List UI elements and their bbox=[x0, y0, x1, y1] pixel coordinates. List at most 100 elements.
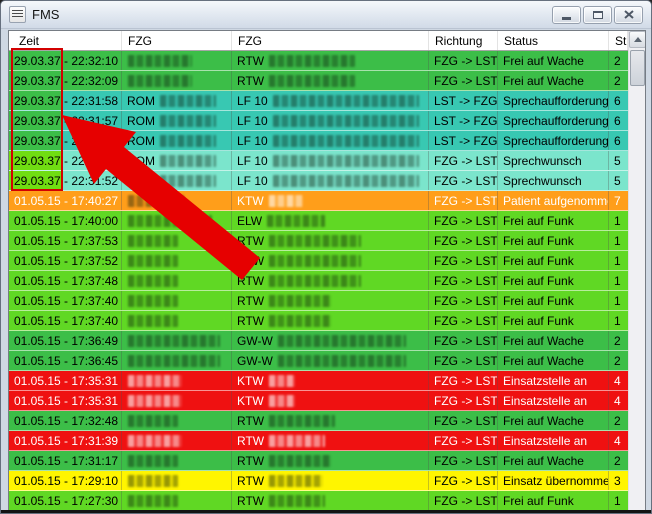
cell-fzg-name: RTW bbox=[232, 231, 429, 250]
table-row[interactable]: 01.05.15 - 17:31:17RTWFZG -> LSTFrei auf… bbox=[9, 451, 645, 471]
column-header-fzg[interactable]: FZG bbox=[232, 31, 429, 50]
table-row[interactable]: 01.05.15 - 17:37:53RTWFZG -> LSTFrei auf… bbox=[9, 231, 645, 251]
cell-zeit: 29.03.37 - 22:31:57 bbox=[9, 111, 122, 130]
redacted-text-block bbox=[128, 195, 184, 207]
column-header-fzg[interactable]: FZG bbox=[122, 31, 232, 50]
table-row[interactable]: 29.03.37 - 22:31:58ROMLF 10LST -> FZGSpr… bbox=[9, 91, 645, 111]
redacted-text-block bbox=[160, 135, 216, 147]
column-header-status[interactable]: Status bbox=[498, 31, 609, 50]
table-row[interactable]: 01.05.15 - 17:32:48RTWFZG -> LSTFrei auf… bbox=[9, 411, 645, 431]
vehicle-type-label: RTW bbox=[237, 254, 264, 268]
column-header-st[interactable]: St bbox=[609, 31, 628, 50]
cell-fzg-name: RTW bbox=[232, 411, 429, 430]
cell-fzg-callsign bbox=[122, 351, 232, 370]
table-row[interactable]: 01.05.15 - 17:36:45GW-WFZG -> LSTFrei au… bbox=[9, 351, 645, 371]
column-header-zeit[interactable]: Zeit bbox=[9, 31, 122, 50]
zeit-text: 01.05.15 - 17:36:45 bbox=[14, 354, 118, 368]
cell-st: 1 bbox=[609, 231, 628, 250]
cell-status: Sprechaufforderung bbox=[498, 131, 609, 150]
cell-status: Frei auf Funk bbox=[498, 491, 609, 510]
redacted-text-block bbox=[128, 275, 178, 287]
minimize-button[interactable] bbox=[552, 6, 581, 24]
vehicle-type-label: RTW bbox=[237, 274, 264, 288]
table-row[interactable]: 01.05.15 - 17:31:39RTWFZG -> LSTEinsatzs… bbox=[9, 431, 645, 451]
table-row[interactable]: 01.05.15 - 17:37:48RTWFZG -> LSTFrei auf… bbox=[9, 271, 645, 291]
table-row[interactable]: 01.05.15 - 17:35:31KTWFZG -> LSTEinsatzs… bbox=[9, 371, 645, 391]
table-row[interactable]: 01.05.15 - 17:29:10RTWFZG -> LSTEinsatz … bbox=[9, 471, 645, 491]
cell-fzg-callsign bbox=[122, 211, 232, 230]
maximize-button[interactable] bbox=[583, 6, 612, 24]
redacted-text-block bbox=[269, 415, 335, 427]
table-body: 29.03.37 - 22:32:10RTWFZG -> LSTFrei auf… bbox=[9, 51, 645, 511]
column-header-richtung[interactable]: Richtung bbox=[429, 31, 498, 50]
cell-zeit: 29.03.37 - 22:31:58 bbox=[9, 91, 122, 110]
close-button[interactable] bbox=[614, 6, 643, 24]
cell-status: Frei auf Wache bbox=[498, 331, 609, 350]
cell-st: 1 bbox=[609, 491, 628, 510]
cell-fzg-callsign bbox=[122, 71, 232, 90]
vehicle-type-label: LF 10 bbox=[237, 154, 268, 168]
table-row[interactable]: 29.03.37 - 22:31:53ROMLF 10FZG -> LSTSpr… bbox=[9, 151, 645, 171]
vehicle-type-label: ROM bbox=[127, 94, 155, 108]
cell-status: Frei auf Funk bbox=[498, 251, 609, 270]
vehicle-type-label: RTW bbox=[237, 314, 264, 328]
cell-fzg-name: RTW bbox=[232, 291, 429, 310]
table-row[interactable]: 29.03.37 - 22:31:52ROMLF 10FZG -> LSTSpr… bbox=[9, 171, 645, 191]
table-row[interactable]: 29.03.37 - 22:32:10RTWFZG -> LSTFrei auf… bbox=[9, 51, 645, 71]
redacted-text-block bbox=[128, 415, 178, 427]
table-row[interactable]: 01.05.15 - 17:35:31KTWFZG -> LSTEinsatzs… bbox=[9, 391, 645, 411]
table-row[interactable]: 01.05.15 - 17:27:30RTWFZG -> LSTFrei auf… bbox=[9, 491, 645, 511]
vertical-scrollbar[interactable] bbox=[628, 31, 645, 510]
cell-fzg-name: LF 10 bbox=[232, 91, 429, 110]
vehicle-type-label: LF 10 bbox=[237, 114, 268, 128]
cell-st: 6 bbox=[609, 91, 628, 110]
cell-st: 3 bbox=[609, 471, 628, 490]
cell-st: 5 bbox=[609, 151, 628, 170]
cell-richtung: FZG -> LST bbox=[429, 51, 498, 70]
cell-fzg-callsign bbox=[122, 251, 232, 270]
vehicle-type-label: RTW bbox=[237, 414, 264, 428]
cell-status: Frei auf Funk bbox=[498, 311, 609, 330]
titlebar[interactable]: FMS bbox=[1, 1, 651, 29]
redacted-text-block bbox=[278, 335, 406, 347]
vehicle-type-label: ELW bbox=[237, 214, 262, 228]
redacted-text-block bbox=[128, 435, 182, 447]
cell-status: Frei auf Wache bbox=[498, 351, 609, 370]
cell-st: 4 bbox=[609, 371, 628, 390]
cell-richtung: FZG -> LST bbox=[429, 471, 498, 490]
cell-richtung: LST -> FZG bbox=[429, 131, 498, 150]
cell-status: Frei auf Funk bbox=[498, 271, 609, 290]
table-row[interactable]: 29.03.37 - 22:31:56ROMLF 10LST -> FZGSpr… bbox=[9, 131, 645, 151]
cell-richtung: FZG -> LST bbox=[429, 411, 498, 430]
zeit-text: 29.03.37 - 22:31:52 bbox=[14, 174, 118, 188]
cell-zeit: 29.03.37 - 22:31:52 bbox=[9, 171, 122, 190]
redacted-text-block bbox=[269, 315, 331, 327]
table-row[interactable]: 01.05.15 - 17:40:27KTWFZG -> LSTPatient … bbox=[9, 191, 645, 211]
cell-fzg-callsign bbox=[122, 411, 232, 430]
cell-st: 1 bbox=[609, 251, 628, 270]
cell-status: Frei auf Funk bbox=[498, 211, 609, 230]
cell-zeit: 29.03.37 - 22:32:09 bbox=[9, 71, 122, 90]
cell-zeit: 01.05.15 - 17:31:17 bbox=[9, 451, 122, 470]
redacted-text-block bbox=[269, 395, 295, 407]
window-controls bbox=[552, 6, 643, 24]
table-row[interactable]: 01.05.15 - 17:37:40RTWFZG -> LSTFrei auf… bbox=[9, 291, 645, 311]
cell-fzg-name: RTW bbox=[232, 471, 429, 490]
table-row[interactable]: 01.05.15 - 17:37:40RTWFZG -> LSTFrei auf… bbox=[9, 311, 645, 331]
scroll-up-button[interactable] bbox=[629, 31, 646, 48]
table-row[interactable]: 01.05.15 - 17:36:49GW-WFZG -> LSTFrei au… bbox=[9, 331, 645, 351]
cell-fzg-callsign bbox=[122, 271, 232, 290]
redacted-text-block bbox=[269, 195, 303, 207]
cell-fzg-callsign: ROM bbox=[122, 151, 232, 170]
table-row[interactable]: 01.05.15 - 17:37:52RTWFZG -> LSTFrei auf… bbox=[9, 251, 645, 271]
redacted-text-block bbox=[269, 235, 361, 247]
vehicle-type-label: RTW bbox=[237, 434, 264, 448]
redacted-text-block bbox=[273, 95, 419, 107]
table-row[interactable]: 29.03.37 - 22:31:57ROMLF 10LST -> FZGSpr… bbox=[9, 111, 645, 131]
cell-fzg-callsign: ROM bbox=[122, 131, 232, 150]
cell-fzg-callsign: ROM bbox=[122, 91, 232, 110]
scrollbar-thumb[interactable] bbox=[630, 50, 645, 86]
table-row[interactable]: 29.03.37 - 22:32:09RTWFZG -> LSTFrei auf… bbox=[9, 71, 645, 91]
cell-status: Frei auf Wache bbox=[498, 451, 609, 470]
table-row[interactable]: 01.05.15 - 17:40:00ELWFZG -> LSTFrei auf… bbox=[9, 211, 645, 231]
